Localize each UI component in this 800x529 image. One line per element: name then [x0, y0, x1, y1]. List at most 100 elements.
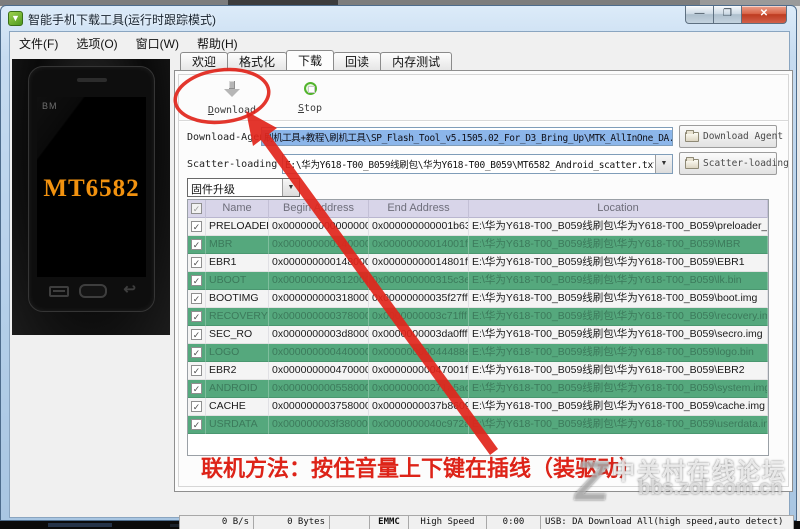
table-row[interactable]: ✓ LOGO 0x0000000004400000 0x00000000044488e… [188, 344, 768, 362]
row-checkbox[interactable]: ✓ [191, 293, 202, 304]
title-bar[interactable]: ▼ 智能手机下载工具(运行时跟踪模式) — ❐ ✕ [1, 6, 796, 31]
cell-name: PRELOADER [206, 218, 269, 236]
tab-strip: 欢迎 格式化 下载 回读 内存测试 [180, 50, 453, 70]
table-row[interactable]: ✓ MBR 0x0000000001400000 0x00000000014001ff… [188, 236, 768, 254]
status-cell-4: High Speed [408, 515, 487, 529]
minimize-button[interactable]: — [685, 6, 714, 24]
table-row[interactable]: ✓ PRELOADER 0x0000000000000000 0x0000000000… [188, 218, 768, 236]
tab-2[interactable]: 下载 [286, 50, 335, 70]
menu-item-1[interactable]: 选项(O) [67, 32, 126, 52]
cell-begin: 0x0000000037580000 [269, 398, 369, 416]
menu-item-0[interactable]: 文件(F) [10, 32, 67, 52]
phone-image: BM MT6582 ↩ [12, 59, 170, 335]
download-agent-browse-button[interactable]: Download Agent [679, 125, 783, 148]
table-row[interactable]: ✓ EBR1 0x0000000001480000 0x00000000014801f… [188, 254, 768, 272]
cell-begin: 0x0000000003180000 [269, 290, 369, 308]
chipset-label: MT6582 [43, 175, 140, 202]
window-title: 智能手机下载工具(运行时跟踪模式) [28, 13, 216, 27]
scatter-loading-browse-button[interactable]: Scatter-loading [679, 152, 789, 175]
stop-button[interactable]: Stop [287, 79, 333, 119]
column-header-3: Location [469, 200, 768, 218]
cell-name: LOGO [206, 344, 269, 362]
download-tab-page: Download Stop Download-Agent 刷机工具+教程\刷机工… [174, 70, 793, 492]
cell-begin: 0x0000000003780000 [269, 308, 369, 326]
tab-0[interactable]: 欢迎 [180, 52, 229, 70]
cell-name: MBR [206, 236, 269, 254]
firmware-mode-dropdown[interactable]: 固件升级 ▼ [187, 178, 300, 197]
status-cell-3: EMMC [369, 515, 409, 529]
cell-begin: 0x0000000005580000 [269, 380, 369, 398]
stop-icon [303, 82, 317, 95]
folder-icon [685, 129, 699, 142]
table-row[interactable]: ✓ CACHE 0x0000000037580000 0x0000000037b860… [188, 398, 768, 416]
select-all-checkbox[interactable]: ✓ [191, 203, 202, 214]
row-checkbox[interactable]: ✓ [191, 419, 202, 430]
cell-name: USRDATA [206, 416, 269, 434]
download-button-label: Download [207, 105, 257, 116]
row-checkbox[interactable]: ✓ [191, 275, 202, 286]
table-row[interactable]: ✓ SEC_RO 0x0000000003d80000 0x0000000003da0… [188, 326, 768, 344]
row-checkbox[interactable]: ✓ [191, 401, 202, 412]
cell-location: E:\华为Y618-T00_B059线刷包\华为Y618-T00_B059\lk… [469, 272, 768, 290]
menu-item-2[interactable]: 窗口(W) [127, 32, 188, 52]
table-row[interactable]: ✓ UBOOT 0x0000000003120000 0x000000000315c3… [188, 272, 768, 290]
cell-end: 0x000000000315c3e3 [369, 272, 469, 290]
table-row[interactable]: ✓ EBR2 0x0000000004700000 0x00000000047001f… [188, 362, 768, 380]
row-checkbox[interactable]: ✓ [191, 347, 202, 358]
table-row[interactable]: ✓ RECOVERY 0x0000000003780000 0x0000000003c… [188, 308, 768, 326]
menu-item-3[interactable]: 帮助(H) [188, 32, 247, 52]
app-window: ▼ 智能手机下载工具(运行时跟踪模式) — ❐ ✕ 文件(F) 选项(O) 窗口(W… [0, 5, 797, 529]
cell-end: 0x0000000040c972af [369, 416, 469, 434]
cell-name: BOOTIMG [206, 290, 269, 308]
chevron-down-icon[interactable]: ▼ [282, 179, 299, 196]
row-checkbox[interactable]: ✓ [191, 239, 202, 250]
cell-location: E:\华为Y618-T00_B059线刷包\华为Y618-T00_B059\EB… [469, 362, 768, 380]
cell-end: 0x00000000044488e9 [369, 344, 469, 362]
table-row[interactable]: ✓ ANDROID 0x0000000005580000 0x00000000271a… [188, 380, 768, 398]
row-checkbox[interactable]: ✓ [191, 221, 202, 232]
row-checkbox[interactable]: ✓ [191, 383, 202, 394]
cell-end: 0x00000000014001ff [369, 236, 469, 254]
cell-name: CACHE [206, 398, 269, 416]
tab-3[interactable]: 回读 [333, 52, 382, 70]
download-arrow-icon [224, 81, 240, 97]
download-agent-field[interactable]: 刷机工具+教程\刷机工具\SP_Flash_Tool_v5.1505.02_Fo… [261, 127, 673, 146]
firmware-mode-value: 固件升级 [191, 184, 235, 196]
cell-location: E:\华为Y618-T00_B059线刷包\华为Y618-T00_B059\se… [469, 326, 768, 344]
cell-begin: 0x0000000001480000 [269, 254, 369, 272]
app-icon: ▼ [8, 11, 23, 26]
phone-back-icon: ↩ [123, 281, 136, 298]
download-agent-value: 刷机工具+教程\刷机工具\SP_Flash_Tool_v5.1505.02_Fo… [262, 130, 672, 145]
column-header-0: Name [206, 200, 269, 218]
partition-table-body: ✓ PRELOADER 0x0000000000000000 0x0000000000… [188, 218, 768, 434]
maximize-button[interactable]: ❐ [714, 6, 742, 24]
tab-1[interactable]: 格式化 [227, 52, 288, 70]
phone-corner-label: BM [42, 101, 58, 111]
stop-button-label: Stop [297, 103, 323, 114]
menu-bar: 文件(F) 选项(O) 窗口(W) 帮助(H) [10, 32, 789, 52]
column-header-2: End Address [369, 200, 469, 218]
status-bar: 0 B/s 0 Bytes EMMC High Speed 0:00 USB: DA Do… [179, 515, 800, 529]
row-checkbox[interactable]: ✓ [191, 311, 202, 322]
cell-name: EBR1 [206, 254, 269, 272]
chevron-down-icon[interactable]: ▼ [655, 155, 672, 173]
row-checkbox[interactable]: ✓ [191, 257, 202, 268]
annotation-text: 联机方法：按住音量上下键在插线（装驱动） [200, 456, 641, 481]
cell-name: SEC_RO [206, 326, 269, 344]
client-area: 文件(F) 选项(O) 窗口(W) 帮助(H) BM MT6582 ↩ 欢迎 格… [9, 31, 794, 529]
cell-location: E:\华为Y618-T00_B059线刷包\华为Y618-T00_B059\ca… [469, 398, 768, 416]
close-button[interactable]: ✕ [742, 6, 787, 24]
tab-4[interactable]: 内存测试 [380, 52, 453, 70]
status-cell-6: USB: DA Download All(high speed,auto det… [540, 515, 794, 529]
cell-end: 0x0000000003c71fff [369, 308, 469, 326]
table-row[interactable]: ✓ USRDATA 0x000000003f380000 0x0000000040c9… [188, 416, 768, 434]
scatter-file-combo[interactable]: E:\华为Y618-T00_B059线刷包\华为Y618-T00_B059\MT… [282, 154, 673, 174]
scatter-browse-label: Scatter-loading [703, 158, 789, 169]
download-button[interactable]: Download [197, 79, 267, 119]
row-checkbox[interactable]: ✓ [191, 365, 202, 376]
table-row[interactable]: ✓ BOOTIMG 0x0000000003180000 0x00000000035f… [188, 290, 768, 308]
phone-home-icon [79, 284, 107, 298]
row-checkbox[interactable]: ✓ [191, 329, 202, 340]
cell-location: E:\华为Y618-T00_B059线刷包\华为Y618-T00_B059\pr… [469, 218, 768, 236]
phone-menu-icon [49, 286, 69, 297]
